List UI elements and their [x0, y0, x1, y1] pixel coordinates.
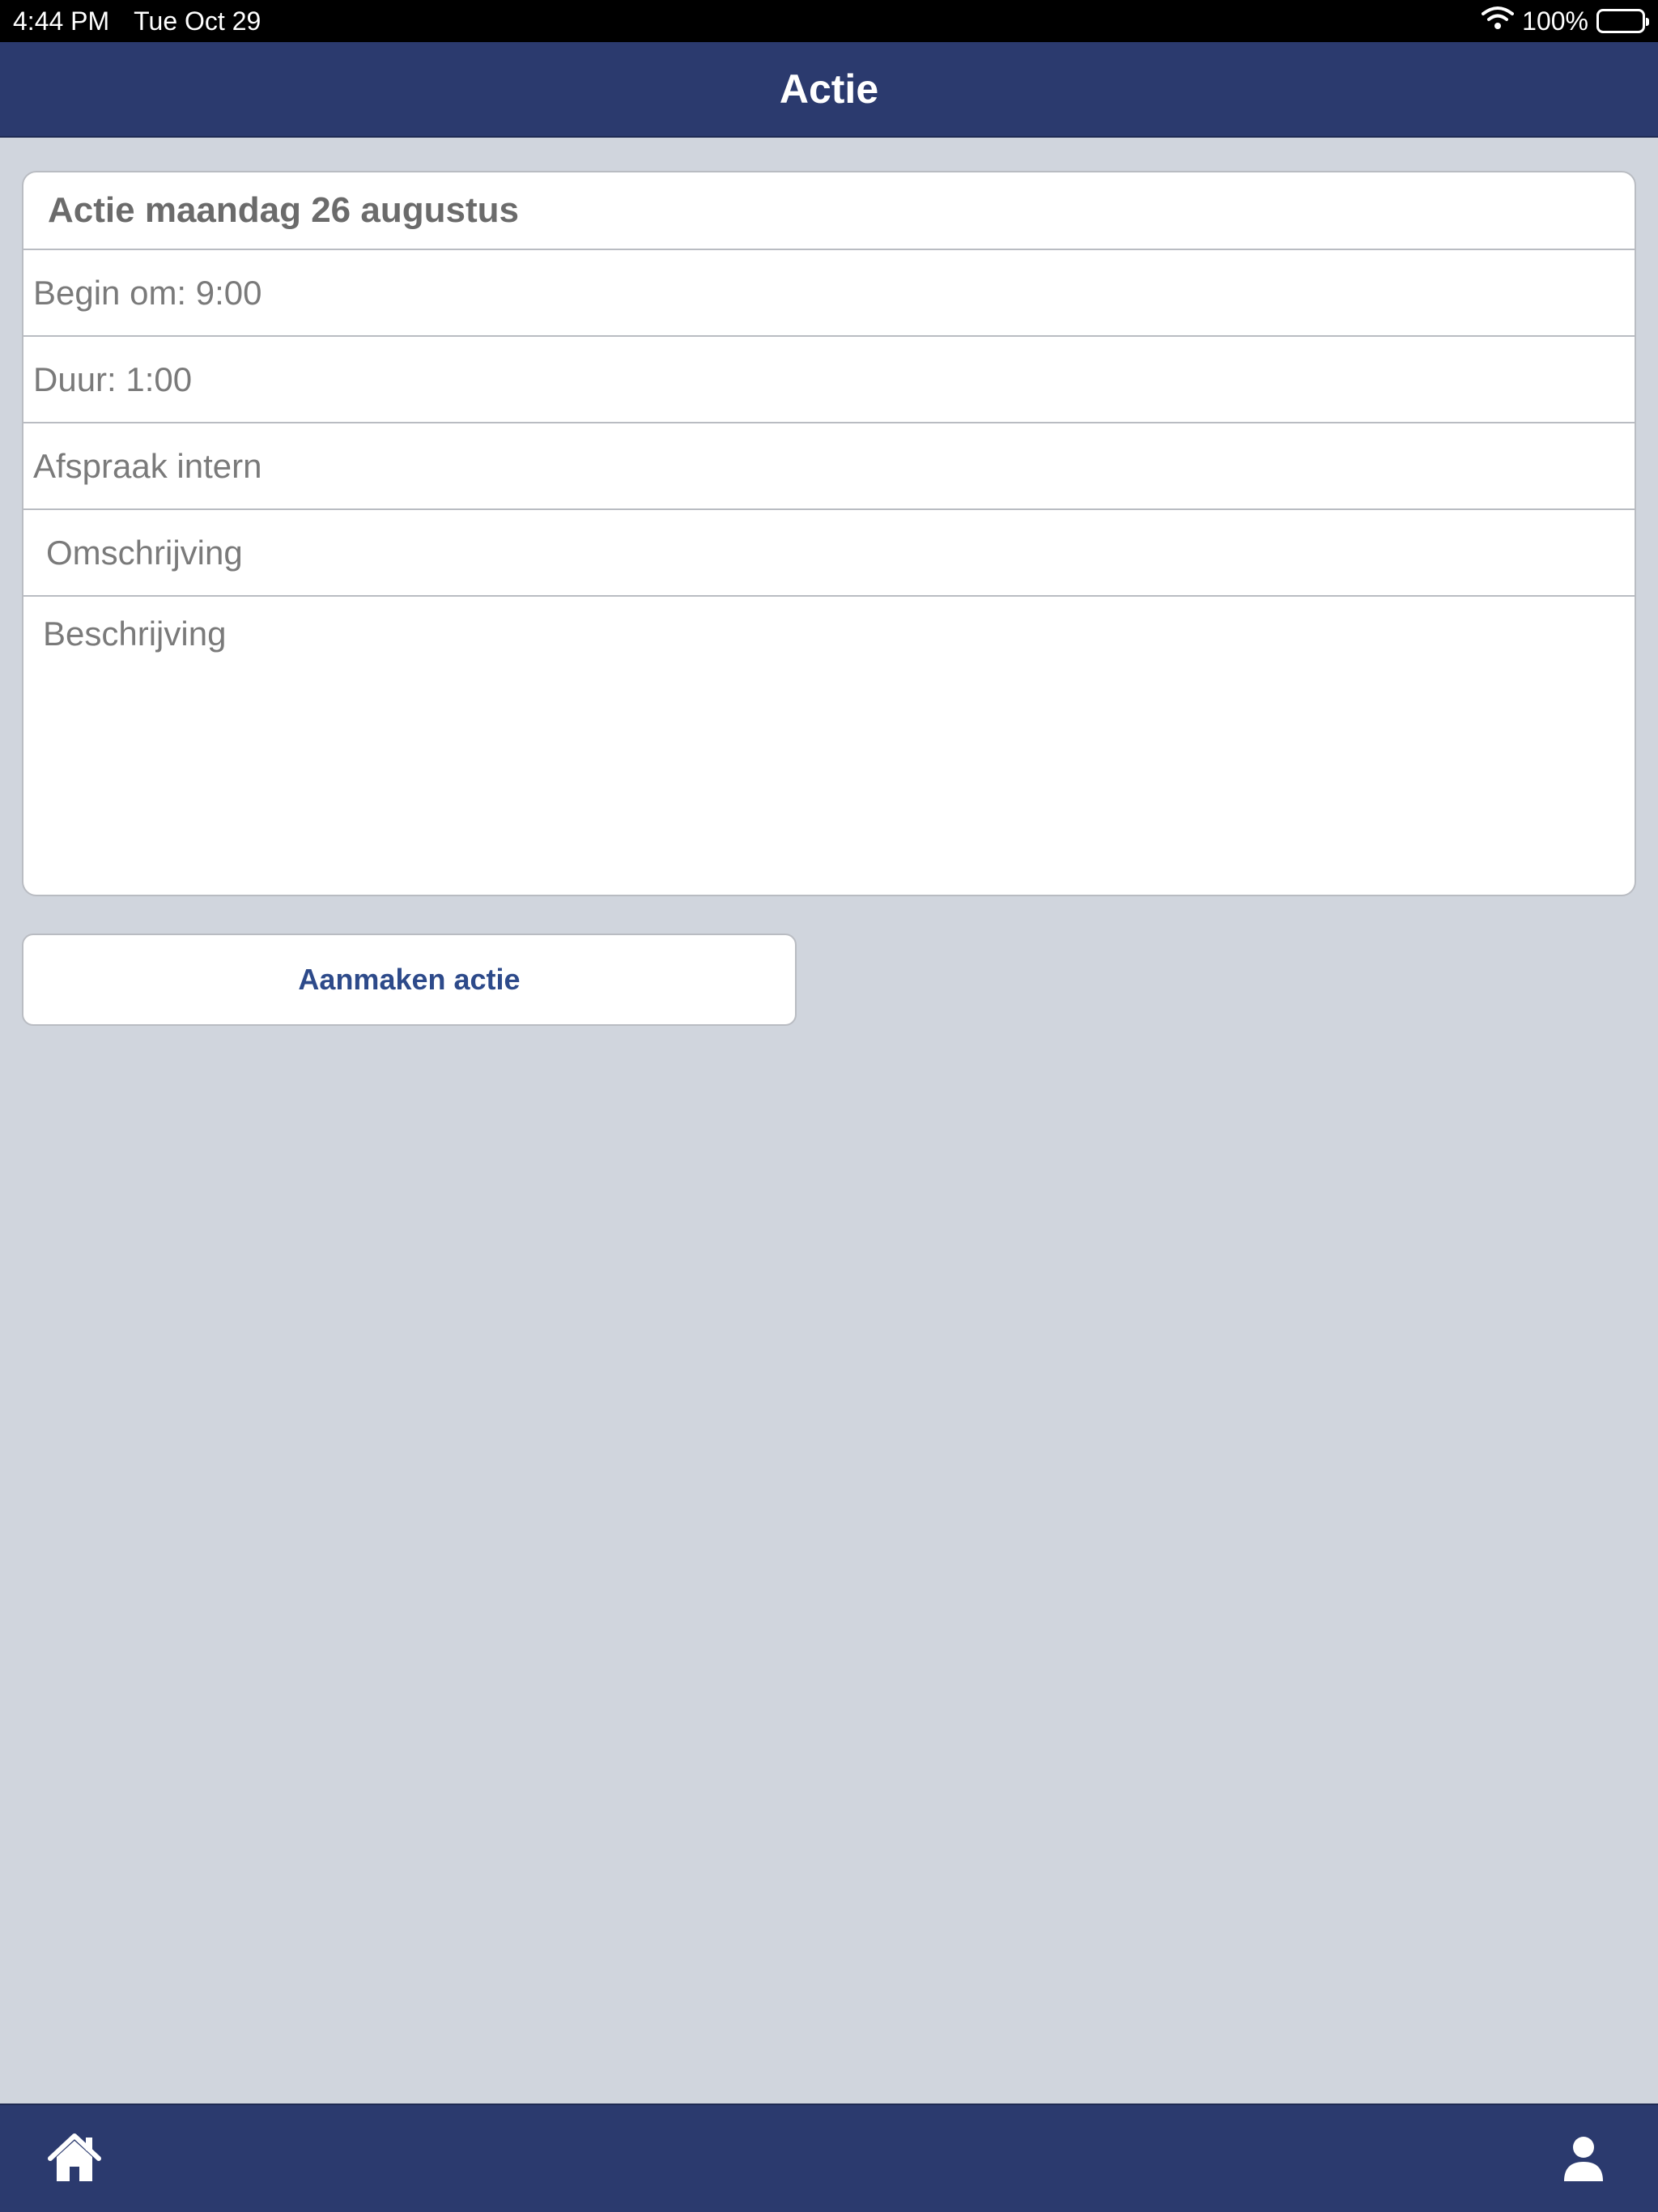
action-type-row[interactable]: Afspraak intern	[23, 423, 1635, 510]
omschrijving-input[interactable]	[46, 510, 1635, 595]
action-form-card: Actie maandag 26 augustus Begin om: 9:00…	[22, 171, 1636, 896]
page-title: Actie	[779, 66, 879, 112]
omschrijving-row	[23, 510, 1635, 597]
status-time: 4:44 PM	[13, 6, 110, 36]
create-action-button[interactable]: Aanmaken actie	[22, 934, 797, 1026]
status-right: 100%	[1482, 6, 1649, 36]
home-icon[interactable]	[45, 2129, 104, 2188]
status-bar: 4:44 PM Tue Oct 29 100%	[0, 0, 1658, 42]
duration-row[interactable]: Duur: 1:00	[23, 337, 1635, 423]
beschrijving-textarea[interactable]	[43, 615, 1615, 878]
beschrijving-wrap	[23, 597, 1635, 895]
status-left: 4:44 PM Tue Oct 29	[13, 6, 261, 36]
begin-time-row[interactable]: Begin om: 9:00	[23, 250, 1635, 337]
tab-bar	[0, 2104, 1658, 2212]
person-icon[interactable]	[1554, 2129, 1613, 2188]
nav-bar: Actie	[0, 42, 1658, 138]
battery-icon	[1596, 9, 1649, 33]
battery-percent: 100%	[1522, 6, 1588, 36]
form-header: Actie maandag 26 augustus	[23, 172, 1635, 250]
wifi-icon	[1482, 6, 1515, 36]
status-date: Tue Oct 29	[134, 6, 261, 36]
